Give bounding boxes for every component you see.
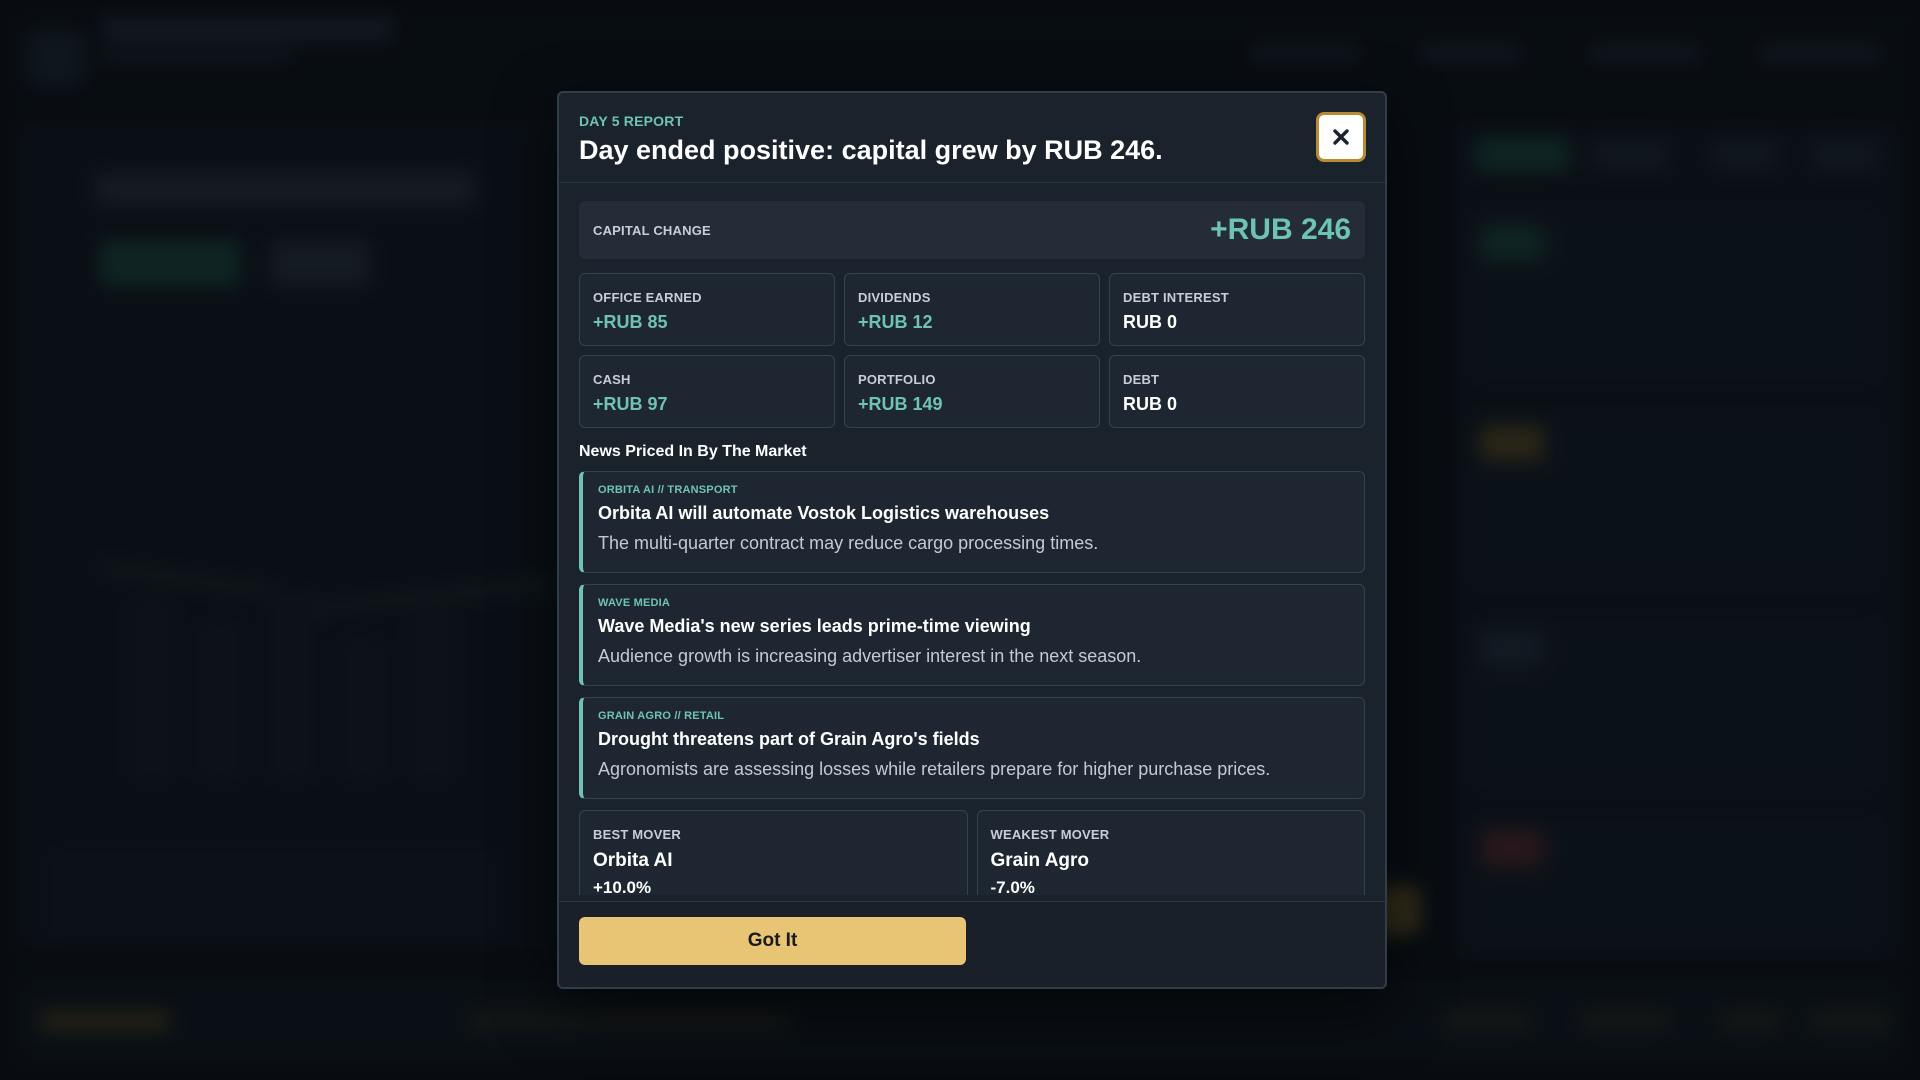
best-mover-label: BEST MOVER	[593, 827, 681, 842]
stat-label: DEBT INTEREST	[1123, 290, 1229, 305]
capital-change-label: CAPITAL CHANGE	[593, 222, 711, 238]
stat-value: +RUB 149	[858, 394, 943, 414]
stat-label: CASH	[593, 372, 631, 387]
stat-card-cash: CASH +RUB 97	[579, 355, 835, 428]
weakest-mover-name: Grain Agro	[990, 850, 1090, 871]
got-it-button[interactable]: Got It	[579, 917, 966, 965]
weakest-mover-label: WEAKEST MOVER	[990, 827, 1110, 842]
day-report-modal: DAY 5 REPORT Day ended positive: capital…	[557, 91, 1387, 989]
best-mover-change: +10.0%	[593, 878, 652, 895]
news-tag: WAVE MEDIA	[598, 597, 671, 609]
stat-value: RUB 0	[1123, 394, 1178, 414]
report-eyebrow: DAY 5 REPORT	[579, 113, 684, 129]
stat-label: PORTFOLIO	[858, 372, 936, 387]
news-headline: Orbita AI will automate Vostok Logistics…	[598, 503, 1050, 523]
news-description: Agronomists are assessing losses while r…	[598, 759, 1271, 779]
capital-change-row: CAPITAL CHANGE +RUB 246	[579, 201, 1365, 259]
stat-value: +RUB 12	[858, 312, 933, 332]
modal-header: DAY 5 REPORT Day ended positive: capital…	[559, 93, 1385, 183]
weakest-mover-change: -7.0%	[990, 878, 1035, 895]
stat-label: OFFICE EARNED	[593, 290, 702, 305]
news-tag: ORBITA AI // TRANSPORT	[598, 484, 738, 496]
stat-card-portfolio: PORTFOLIO +RUB 149	[844, 355, 1100, 428]
news-item: ORBITA AI // TRANSPORT Orbita AI will au…	[579, 471, 1365, 573]
modal-title: Day ended positive: capital grew by RUB …	[579, 135, 1163, 165]
modal-body: CAPITAL CHANGE +RUB 246 OFFICE EARNED +R…	[559, 183, 1385, 895]
stat-card-dividends: DIVIDENDS +RUB 12	[844, 273, 1100, 346]
news-headline: Drought threatens part of Grain Agro's f…	[598, 729, 980, 749]
stat-card-debt-interest: DEBT INTEREST RUB 0	[1109, 273, 1365, 346]
close-icon	[1333, 129, 1349, 145]
movers-row: BEST MOVER Orbita AI +10.0% WEAKEST MOVE…	[579, 810, 1365, 895]
stat-value: RUB 0	[1123, 312, 1178, 332]
stat-label: DIVIDENDS	[858, 290, 931, 305]
news-list: ORBITA AI // TRANSPORT Orbita AI will au…	[579, 471, 1365, 799]
stat-value: +RUB 85	[593, 312, 668, 332]
news-description: Audience growth is increasing advertiser…	[598, 646, 1142, 666]
best-mover-card: BEST MOVER Orbita AI +10.0%	[579, 810, 968, 895]
capital-change-value: +RUB 246	[1210, 213, 1351, 246]
modal-footer: Got It	[559, 901, 1385, 987]
news-section-heading: News Priced In By The Market	[579, 443, 807, 460]
best-mover-name: Orbita AI	[593, 850, 673, 871]
stat-value: +RUB 97	[593, 394, 668, 414]
stats-grid: OFFICE EARNED +RUB 85 DIVIDENDS +RUB 12 …	[579, 273, 1365, 428]
news-item: GRAIN AGRO // RETAIL Drought threatens p…	[579, 697, 1365, 799]
news-headline: Wave Media's new series leads prime-time…	[598, 616, 1031, 636]
close-button[interactable]	[1316, 112, 1366, 162]
news-tag: GRAIN AGRO // RETAIL	[598, 710, 725, 722]
stat-card-debt: DEBT RUB 0	[1109, 355, 1365, 428]
weakest-mover-card: WEAKEST MOVER Grain Agro -7.0%	[976, 810, 1365, 895]
news-item: WAVE MEDIA Wave Media's new series leads…	[579, 584, 1365, 686]
stat-card-office-earned: OFFICE EARNED +RUB 85	[579, 273, 835, 346]
news-description: The multi-quarter contract may reduce ca…	[598, 533, 1099, 553]
stat-label: DEBT	[1123, 372, 1160, 387]
